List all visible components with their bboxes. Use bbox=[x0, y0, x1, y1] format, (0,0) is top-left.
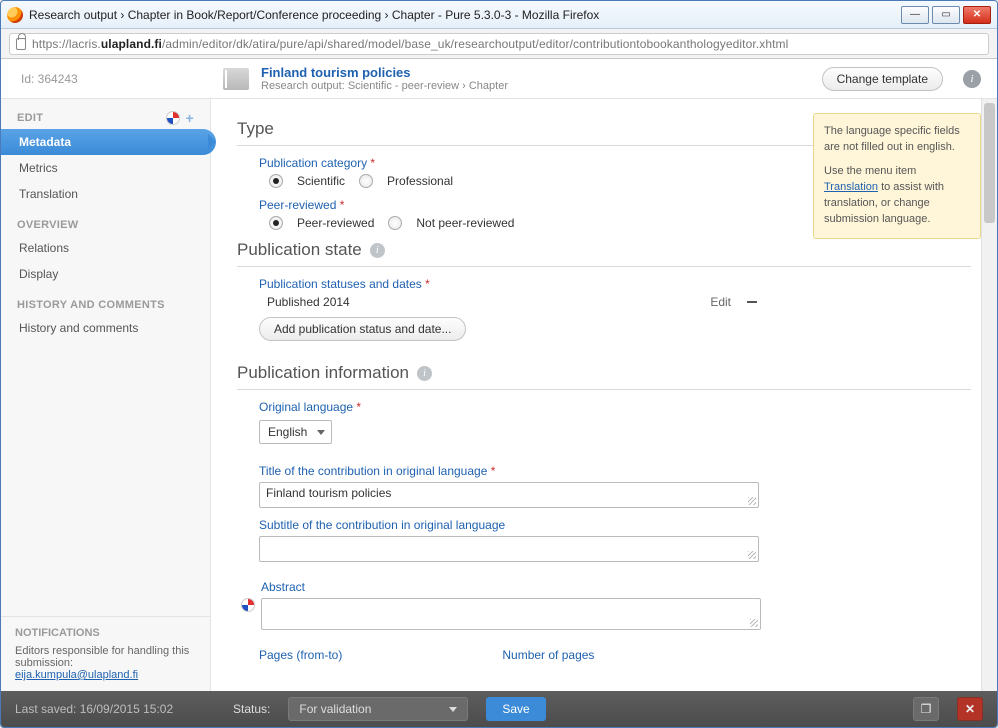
section-publication-state: Publication state i bbox=[237, 240, 971, 267]
status-value: For validation bbox=[299, 702, 371, 716]
chevron-down-icon bbox=[449, 707, 457, 712]
sidebar-item-display[interactable]: Display bbox=[1, 261, 210, 287]
lock-icon bbox=[16, 38, 26, 50]
page-title: Finland tourism policies bbox=[261, 65, 810, 80]
hint-translation-link[interactable]: Translation bbox=[824, 181, 878, 193]
page-header: Id: 364243 Finland tourism policies Rese… bbox=[1, 59, 997, 99]
url-text: https://lacris.ulapland.fi/admin/editor/… bbox=[32, 37, 788, 51]
window-maximize[interactable]: ▭ bbox=[932, 6, 960, 24]
hint-line1: The language specific fields are not fil… bbox=[824, 124, 970, 156]
label-pages: Pages (from-to) bbox=[259, 648, 342, 662]
remove-status-icon[interactable] bbox=[747, 301, 757, 303]
original-language-select[interactable]: English bbox=[259, 420, 332, 444]
label-original-language: Original language * bbox=[259, 400, 757, 414]
sidebar-item-translation[interactable]: Translation bbox=[1, 181, 210, 207]
close-editor-button[interactable]: ✕ bbox=[957, 697, 983, 721]
notifications-panel: NOTIFICATIONS Editors responsible for ha… bbox=[1, 616, 210, 691]
firefox-icon bbox=[7, 7, 23, 23]
status-label: Status: bbox=[233, 702, 270, 716]
label-publication-category: Publication category * bbox=[259, 156, 757, 170]
label-peer-no: Not peer-reviewed bbox=[416, 216, 514, 230]
plus-icon[interactable]: + bbox=[186, 111, 194, 125]
scrollbar-thumb[interactable] bbox=[984, 103, 995, 223]
label-scientific: Scientific bbox=[297, 174, 345, 188]
hint-line2: Use the menu item Translation to assist … bbox=[824, 164, 970, 228]
notifications-heading: NOTIFICATIONS bbox=[15, 627, 196, 639]
title-input[interactable]: Finland tourism policies bbox=[259, 482, 759, 508]
save-button[interactable]: Save bbox=[486, 697, 545, 721]
label-abstract: Abstract bbox=[261, 580, 971, 594]
globe-icon[interactable] bbox=[241, 598, 255, 612]
label-peer-reviewed: Peer-reviewed * bbox=[259, 198, 757, 212]
url-input[interactable]: https://lacris.ulapland.fi/admin/editor/… bbox=[9, 33, 989, 55]
info-icon[interactable]: i bbox=[417, 366, 432, 381]
radio-professional[interactable] bbox=[359, 174, 373, 188]
browser-titlebar: Research output › Chapter in Book/Report… bbox=[1, 1, 997, 29]
sidebar-group-overview: OVERVIEW bbox=[1, 207, 210, 235]
content-scrollbar[interactable] bbox=[981, 99, 997, 691]
edit-status-link[interactable]: Edit bbox=[710, 295, 731, 309]
radio-peer-no[interactable] bbox=[388, 216, 402, 230]
copy-button[interactable]: ❐ bbox=[913, 697, 939, 721]
subtitle-input[interactable] bbox=[259, 536, 759, 562]
record-id: Id: 364243 bbox=[21, 72, 211, 86]
add-publication-status-button[interactable]: Add publication status and date... bbox=[259, 317, 466, 341]
info-icon[interactable]: i bbox=[963, 70, 981, 88]
info-icon[interactable]: i bbox=[370, 243, 385, 258]
translation-hint-panel: The language specific fields are not fil… bbox=[813, 113, 981, 239]
window-close[interactable]: ✕ bbox=[963, 6, 991, 24]
window-title: Research output › Chapter in Book/Report… bbox=[29, 8, 901, 22]
label-number-of-pages: Number of pages bbox=[502, 648, 594, 662]
status-select[interactable]: For validation bbox=[288, 697, 468, 721]
globe-icon[interactable] bbox=[166, 111, 180, 125]
publication-status-value: Published 2014 bbox=[267, 295, 350, 309]
sidebar-item-history[interactable]: History and comments bbox=[1, 315, 210, 341]
label-title-contribution: Title of the contribution in original la… bbox=[259, 464, 757, 478]
footer-bar: Last saved: 16/09/2015 15:02 Status: For… bbox=[1, 691, 997, 727]
label-publication-statuses: Publication statuses and dates * bbox=[259, 277, 757, 291]
book-icon bbox=[223, 68, 249, 90]
window-minimize[interactable]: — bbox=[901, 6, 929, 24]
notifications-email[interactable]: eija.kumpula@ulapland.fi bbox=[15, 669, 138, 681]
content-area: The language specific fields are not fil… bbox=[211, 99, 997, 691]
last-saved: Last saved: 16/09/2015 15:02 bbox=[15, 702, 215, 716]
sidebar-group-edit: EDIT + bbox=[1, 99, 210, 129]
sidebar-item-relations[interactable]: Relations bbox=[1, 235, 210, 261]
sidebar-item-metadata[interactable]: Metadata bbox=[1, 129, 216, 155]
browser-addressbar: https://lacris.ulapland.fi/admin/editor/… bbox=[1, 29, 997, 59]
label-peer-yes: Peer-reviewed bbox=[297, 216, 374, 230]
sidebar: EDIT + Metadata Metrics Translation OVER… bbox=[1, 99, 211, 691]
sidebar-item-metrics[interactable]: Metrics bbox=[1, 155, 210, 181]
chevron-down-icon bbox=[317, 430, 325, 435]
abstract-textarea[interactable] bbox=[261, 598, 761, 630]
radio-peer-yes[interactable] bbox=[269, 216, 283, 230]
change-template-button[interactable]: Change template bbox=[822, 67, 943, 91]
sidebar-group-history: HISTORY AND COMMENTS bbox=[1, 287, 210, 315]
radio-scientific[interactable] bbox=[269, 174, 283, 188]
page-subtitle: Research output: Scientific - peer-revie… bbox=[261, 80, 810, 92]
label-professional: Professional bbox=[387, 174, 453, 188]
label-subtitle-contribution: Subtitle of the contribution in original… bbox=[259, 518, 757, 532]
original-language-value: English bbox=[268, 425, 307, 439]
notifications-text: Editors responsible for handling this su… bbox=[15, 645, 196, 669]
section-publication-info: Publication information i bbox=[237, 363, 971, 390]
